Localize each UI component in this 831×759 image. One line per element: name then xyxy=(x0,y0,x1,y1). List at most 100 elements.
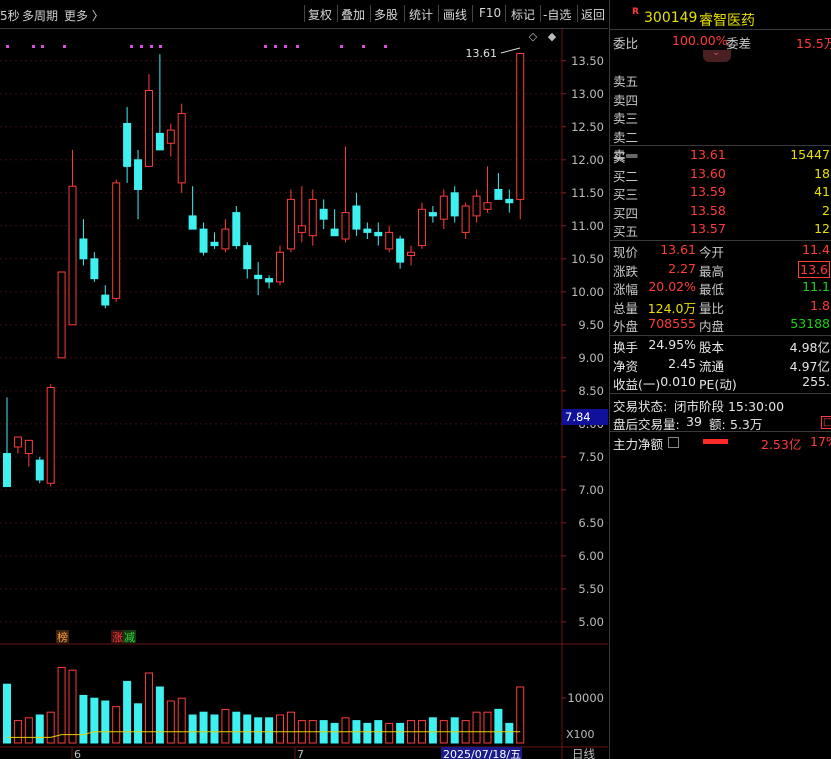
candle-body xyxy=(330,228,339,237)
candle-body xyxy=(188,215,197,230)
volume-bar xyxy=(341,717,350,744)
candle-body xyxy=(286,198,295,250)
last-price-arrow xyxy=(500,47,521,54)
volume-bar xyxy=(112,706,121,744)
signal-dot xyxy=(6,45,9,48)
volume-bar xyxy=(276,714,284,744)
stat-label: 内盘 xyxy=(699,319,725,335)
kline-chart[interactable]: 13.50 13.00 12.50 12.00 11.50 11.00 10.50 10.00… xyxy=(0,29,608,759)
main-flow-row: 主力净额 2.53亿 17% xyxy=(610,433,831,452)
stat-label: 涨跌 xyxy=(613,263,639,279)
stock-name: 睿智医药 xyxy=(699,13,755,29)
ask-level-label: 卖二 xyxy=(613,129,639,145)
candle-body xyxy=(134,159,143,190)
volume-bar xyxy=(188,714,197,744)
signal-dot xyxy=(384,45,387,48)
candle-body xyxy=(199,228,208,253)
divider xyxy=(610,431,831,432)
multi-period-tab[interactable]: 多周期 xyxy=(22,7,58,24)
after-hours-row: 盘后交易量: 39 额: 5.3万 □ xyxy=(610,413,831,432)
bid-level-label: 买四 xyxy=(613,205,639,221)
stat-label: 总量 xyxy=(613,300,639,316)
ask-level-label: 卖三 xyxy=(613,111,639,127)
candle-body xyxy=(177,113,186,184)
bid-row[interactable]: 买二 13.60 18 xyxy=(610,165,831,184)
volume-bar xyxy=(144,672,153,744)
volume-bar xyxy=(3,683,11,744)
period-5s-tab[interactable]: 5秒 xyxy=(0,7,20,24)
candle-body xyxy=(385,231,394,250)
volume-bar xyxy=(155,686,164,744)
detail-icon[interactable]: □ xyxy=(821,416,831,429)
f10-button[interactable]: F10 xyxy=(479,6,501,20)
candle-body xyxy=(3,453,11,488)
candle-body xyxy=(494,188,503,200)
candle-body xyxy=(417,208,426,247)
candle-body xyxy=(450,192,459,217)
y-tick-label: 12.00 xyxy=(571,153,604,167)
list-icon[interactable] xyxy=(668,437,679,448)
stats-button[interactable]: 统计 xyxy=(409,6,433,23)
bid-row[interactable]: 买一 13.61 15447 xyxy=(610,146,831,165)
bid-price: 13.58 xyxy=(690,202,726,218)
bid-volume: 12 xyxy=(814,221,830,237)
candle-body xyxy=(166,129,175,144)
stat-row: 涨跌 2.27 最高 13.6 xyxy=(610,260,831,279)
toolbar-divider xyxy=(337,5,338,22)
fuquan-button[interactable]: 复权 xyxy=(308,6,332,23)
stat-row: 总量 124.0万 量比 1.8 xyxy=(610,297,831,316)
signal-dot xyxy=(130,45,133,48)
stat-label: 股本 xyxy=(699,340,725,355)
remove-watchlist-button[interactable]: -自选 xyxy=(543,6,571,23)
candle-body xyxy=(90,258,99,280)
volume-bar xyxy=(254,717,263,744)
y-tick-label: 10.00 xyxy=(571,285,604,299)
overlay-button[interactable]: 叠加 xyxy=(341,6,365,23)
stat-value: 13.6 xyxy=(798,260,830,278)
bid-row[interactable]: 买三 13.59 41 xyxy=(610,183,831,202)
signal-dot xyxy=(362,45,365,48)
collapse-toggle[interactable]: ⌄ xyxy=(703,47,731,62)
candle-body xyxy=(232,212,241,247)
stat-label: 换手 xyxy=(613,340,639,355)
volume-bar xyxy=(35,714,44,744)
stat-value: 4.97亿 xyxy=(789,358,830,374)
more-menu[interactable]: 更多 〉 xyxy=(64,7,104,24)
toolbar-divider xyxy=(540,5,541,22)
volume-bar xyxy=(101,700,110,744)
stat-label: PE(动) xyxy=(699,377,737,393)
y-tick-label: 11.00 xyxy=(571,219,604,233)
bid-row[interactable]: 买四 13.58 2 xyxy=(610,202,831,221)
y-tick-label: 7.00 xyxy=(578,483,604,497)
toolbar-divider xyxy=(505,5,506,22)
bid-volume: 2 xyxy=(822,202,830,218)
candle-body xyxy=(483,202,492,210)
after-hours-value: 39 xyxy=(686,414,702,429)
signal-dot xyxy=(274,45,277,48)
x-tick-label: 7 xyxy=(297,748,304,759)
mark-button[interactable]: 标记 xyxy=(511,6,535,23)
candle-body xyxy=(35,459,44,481)
candle-body xyxy=(112,182,121,299)
stat-value: 2.27 xyxy=(668,260,696,276)
candle-body xyxy=(472,195,481,217)
y-tick-label: 5.00 xyxy=(578,615,604,629)
bid-row[interactable]: 买五 13.57 12 xyxy=(610,220,831,239)
candle-body xyxy=(210,241,219,247)
main-flow-pct: 17% xyxy=(810,434,831,449)
volume-bar xyxy=(134,703,143,744)
multi-stock-button[interactable]: 多股 xyxy=(374,6,398,23)
main-flow-label: 主力净额 xyxy=(613,437,664,452)
y-tick-label: 13.50 xyxy=(571,54,604,68)
volume-bar xyxy=(516,686,525,744)
volume-bar xyxy=(232,711,241,744)
back-button[interactable]: 返回 xyxy=(581,6,605,23)
y-tick-label: 10.50 xyxy=(571,252,604,266)
stat-value: 708555 xyxy=(648,316,696,332)
volume-bar xyxy=(199,711,208,744)
draw-line-button[interactable]: 画线 xyxy=(443,6,467,23)
candle-body xyxy=(68,185,77,326)
candle-body xyxy=(439,195,448,220)
stat-row: 外盘 708555 内盘 53188 xyxy=(610,315,831,334)
ask-row: 卖三 xyxy=(610,107,831,126)
